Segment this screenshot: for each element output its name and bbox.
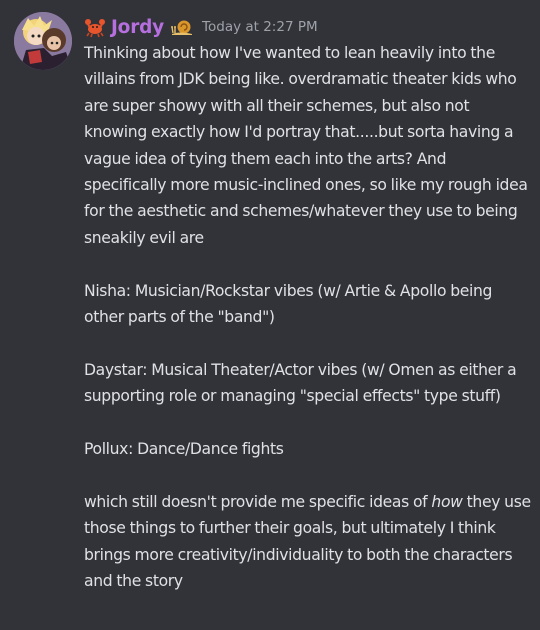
snail-icon: [170, 17, 194, 37]
message-header: Jordy Today at 2:27 PM: [84, 13, 318, 41]
message-timestamp[interactable]: Today at 2:27 PM: [202, 19, 318, 35]
message-paragraph: Thinking about how I've wanted to lean h…: [84, 44, 528, 247]
author-name[interactable]: Jordy: [111, 17, 164, 38]
message-paragraph: Nisha: Musician/Rockstar vibes (w/ Artie…: [84, 281, 493, 327]
message-paragraph-last: which still doesn't provide me specific …: [84, 489, 532, 595]
text-segment: which still doesn't provide me specific …: [84, 492, 432, 511]
emphasis-text: how: [431, 492, 463, 511]
chat-message: Jordy Today at 2:27 PM Thinking about ho…: [0, 0, 540, 630]
avatar[interactable]: [14, 12, 72, 70]
message-content: Thinking about how I've wanted to lean h…: [84, 40, 532, 594]
message-paragraph: Daystar: Musical Theater/Actor vibes (w/…: [84, 360, 517, 406]
crab-icon: [84, 16, 106, 38]
message-paragraph: Pollux: Dance/Dance fights: [84, 440, 284, 459]
